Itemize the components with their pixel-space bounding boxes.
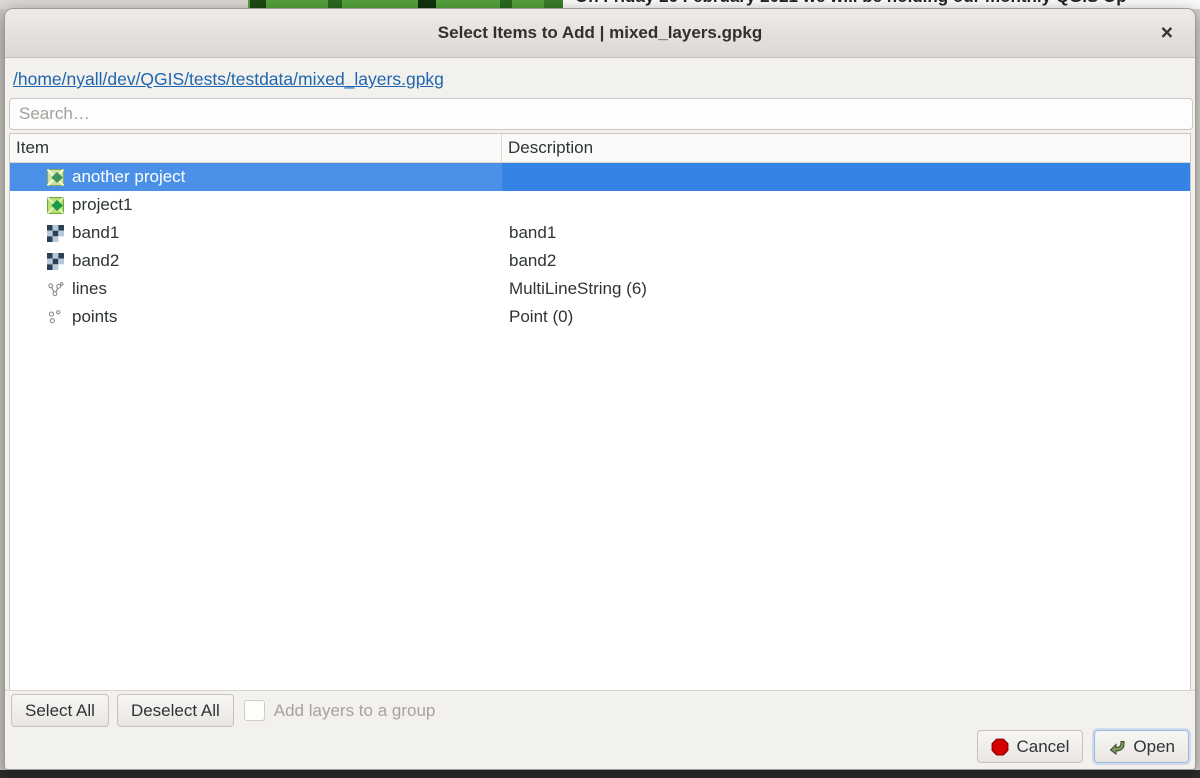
item-description: Point (0) xyxy=(502,303,1190,331)
cancel-button[interactable]: Cancel xyxy=(977,730,1083,763)
column-header-item[interactable]: Item xyxy=(10,134,502,162)
search-input[interactable] xyxy=(9,98,1193,130)
footer-left-group: Select All Deselect All Add layers to a … xyxy=(11,694,435,727)
deselect-all-button[interactable]: Deselect All xyxy=(117,694,234,727)
path-row: /home/nyall/dev/QGIS/tests/testdata/mixe… xyxy=(13,69,1187,90)
item-description xyxy=(502,191,1190,219)
background-news-text: On Friday 26 February 2021 we will be ho… xyxy=(575,0,1127,7)
background-window-bottom-strip xyxy=(0,770,1200,778)
item-description: band2 xyxy=(502,247,1190,275)
cancel-button-label: Cancel xyxy=(1016,737,1069,757)
dialog-footer: Select All Deselect All Add layers to a … xyxy=(5,690,1195,769)
screen: On Friday 26 February 2021 we will be ho… xyxy=(0,0,1200,778)
select-all-button[interactable]: Select All xyxy=(11,694,109,727)
point-icon xyxy=(47,309,64,326)
item-description xyxy=(502,163,1190,191)
table-row[interactable]: band2 band2 xyxy=(10,247,1190,275)
close-icon[interactable]: × xyxy=(1155,21,1179,46)
table-row[interactable]: points Point (0) xyxy=(10,303,1190,331)
open-arrow-icon xyxy=(1108,738,1126,756)
table-header: Item Description xyxy=(10,134,1190,163)
table-row[interactable]: project1 xyxy=(10,191,1190,219)
add-layers-checkbox[interactable] xyxy=(244,700,265,721)
table-row[interactable]: band1 band1 xyxy=(10,219,1190,247)
stop-octagon-icon xyxy=(991,738,1009,756)
item-name: another project xyxy=(72,167,185,187)
raster-icon xyxy=(47,225,64,242)
item-description: MultiLineString (6) xyxy=(502,275,1190,303)
add-layers-checkbox-wrap: Add layers to a group xyxy=(244,700,436,721)
raster-icon xyxy=(47,253,64,270)
item-name: band2 xyxy=(72,251,119,271)
table-body: another project project1 band1 band1 band… xyxy=(10,163,1190,331)
add-layers-checkbox-label: Add layers to a group xyxy=(274,701,436,721)
table-row[interactable]: lines MultiLineString (6) xyxy=(10,275,1190,303)
item-name: points xyxy=(72,307,117,327)
item-name: lines xyxy=(72,279,107,299)
dialog-titlebar[interactable]: Select Items to Add | mixed_layers.gpkg … xyxy=(5,9,1195,58)
line-icon xyxy=(47,281,64,298)
select-items-dialog: Select Items to Add | mixed_layers.gpkg … xyxy=(4,8,1196,770)
gpkg-path-link[interactable]: /home/nyall/dev/QGIS/tests/testdata/mixe… xyxy=(13,69,444,89)
open-button[interactable]: Open xyxy=(1094,730,1189,763)
footer-right-group: Cancel Open xyxy=(977,730,1189,763)
project-icon xyxy=(47,197,64,214)
item-description: band1 xyxy=(502,219,1190,247)
open-button-label: Open xyxy=(1133,737,1175,757)
project-icon xyxy=(47,169,64,186)
item-name: band1 xyxy=(72,223,119,243)
items-table: Item Description another project project… xyxy=(9,133,1191,695)
item-name: project1 xyxy=(72,195,132,215)
table-row[interactable]: another project xyxy=(10,163,1190,191)
column-header-description[interactable]: Description xyxy=(502,134,1190,162)
dialog-title: Select Items to Add | mixed_layers.gpkg xyxy=(438,23,762,43)
